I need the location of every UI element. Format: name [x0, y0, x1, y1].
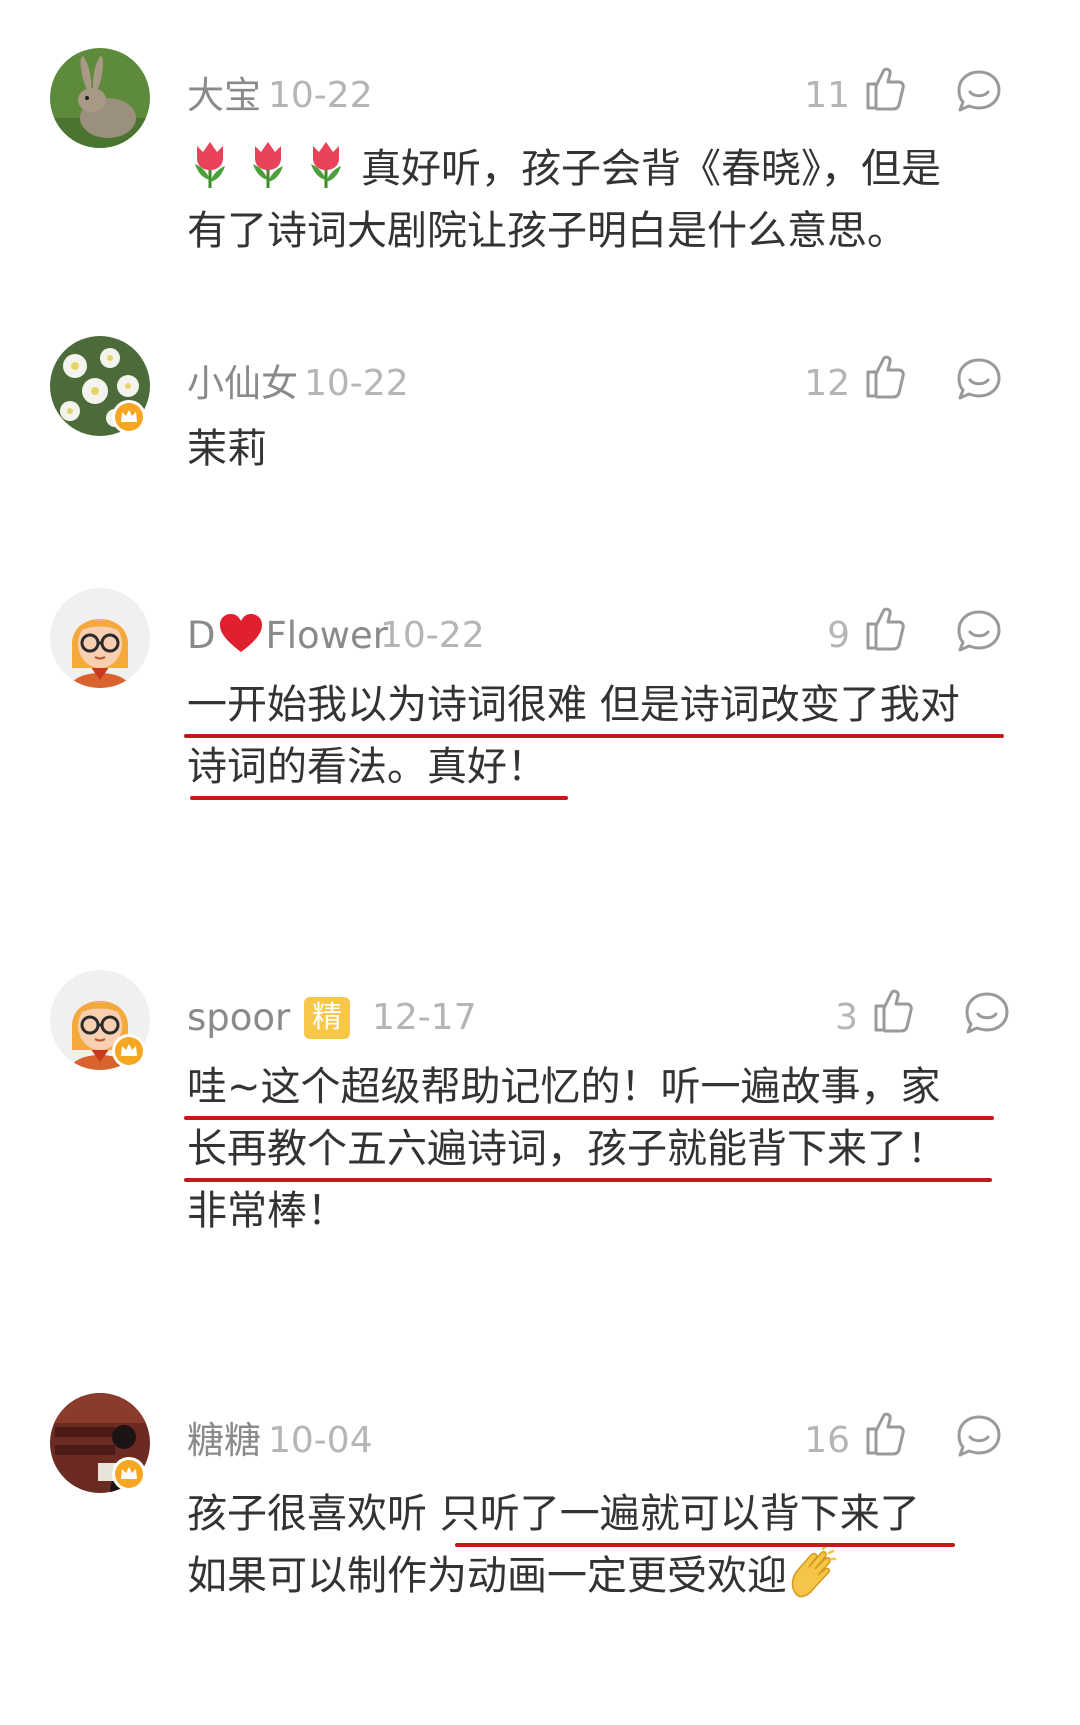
comment-text-line: 真好听，孩子会背《春晓》，但是: [361, 146, 941, 192]
comment-text-line: 哇~这个超级帮助记忆的！听一遍故事，家: [187, 1064, 941, 1110]
vip-crown-icon: [112, 1457, 146, 1491]
heart-emoji-icon: [218, 612, 264, 654]
username[interactable]: 小仙女: [187, 360, 298, 408]
comment-text-line: 非常棒！: [187, 1188, 347, 1234]
thumbs-up-icon[interactable]: [862, 64, 906, 112]
like-count: 11: [804, 75, 850, 116]
featured-badge: 精: [304, 997, 350, 1039]
comment-date: 10-04: [268, 1420, 373, 1461]
comment-item: D Flower 10-22 9 一开始我以为诗词很难 但是诗词改变了我对 诗词的…: [0, 588, 1080, 888]
reply-icon[interactable]: [955, 68, 1003, 114]
comment-text-line: 长再教个五六遍诗词，孩子就能背下来了！: [187, 1126, 947, 1172]
vip-crown-icon: [112, 400, 146, 434]
clapping-hands-emoji-icon: [787, 1545, 837, 1599]
avatar[interactable]: [50, 588, 150, 688]
cartoon-girl-avatar-icon: [50, 588, 150, 688]
tulip-emoji-icon: [187, 140, 233, 190]
rabbit-avatar-icon: [50, 48, 150, 148]
tulip-emoji-icon: [245, 140, 291, 190]
username[interactable]: 大宝: [187, 72, 261, 120]
highlight-underline: [184, 734, 1004, 738]
comment-text-line: 如果可以制作为动画一定更受欢迎: [187, 1553, 787, 1599]
comment-date: 10-22: [268, 75, 373, 116]
comment-item: 糖糖 10-04 16 孩子很喜欢听 只听了一遍就可以背下来了 如果可以制作为动…: [0, 1393, 1080, 1693]
reply-icon[interactable]: [955, 608, 1003, 654]
comment-item: spoor 精 12-17 3 哇~这个超级帮助记忆的！听一遍故事，家 长再教个…: [0, 970, 1080, 1270]
username-part: D: [187, 614, 216, 657]
like-count: 12: [804, 363, 850, 404]
reply-icon[interactable]: [955, 1413, 1003, 1459]
comment-date: 10-22: [304, 363, 409, 404]
comment-text-line: 茉莉: [187, 426, 267, 472]
comment-text-line: 有了诗词大剧院让孩子明白是什么意思。: [187, 208, 907, 254]
highlight-underline: [455, 1543, 955, 1547]
comment-text-line: 诗词的看法。真好！: [187, 744, 547, 790]
comment-text-segment: 孩子很喜欢听: [187, 1491, 440, 1537]
username[interactable]: 糖糖: [187, 1417, 261, 1465]
highlight-underline: [190, 796, 568, 800]
comment-date: 10-22: [380, 615, 485, 656]
vip-crown-icon: [112, 1034, 146, 1068]
thumbs-up-icon[interactable]: [870, 986, 914, 1034]
comment-date: 12-17: [372, 997, 477, 1038]
comment-text-line: 一开始我以为诗词很难 但是诗词改变了我对: [187, 682, 960, 728]
highlight-underline: [184, 1178, 992, 1182]
username-part: Flower: [265, 614, 388, 657]
comment-text-highlight: 只听了一遍就可以背下来了: [439, 1491, 920, 1537]
like-count: 9: [827, 615, 850, 656]
like-count: 16: [804, 1420, 850, 1461]
reply-icon[interactable]: [955, 356, 1003, 402]
comment-item: 大宝 10-22 11 真好听，孩子会背《春晓》，但是 有了诗词大剧院让孩子明白…: [0, 48, 1080, 348]
username[interactable]: spoor: [187, 994, 290, 1042]
like-count: 3: [835, 997, 858, 1038]
avatar[interactable]: [50, 48, 150, 148]
highlight-underline: [184, 1116, 994, 1120]
username[interactable]: D Flower: [187, 612, 388, 660]
tulip-emoji-icon: [303, 140, 349, 190]
thumbs-up-icon[interactable]: [862, 604, 906, 652]
thumbs-up-icon[interactable]: [862, 1409, 906, 1457]
reply-icon[interactable]: [963, 990, 1011, 1036]
thumbs-up-icon[interactable]: [862, 352, 906, 400]
